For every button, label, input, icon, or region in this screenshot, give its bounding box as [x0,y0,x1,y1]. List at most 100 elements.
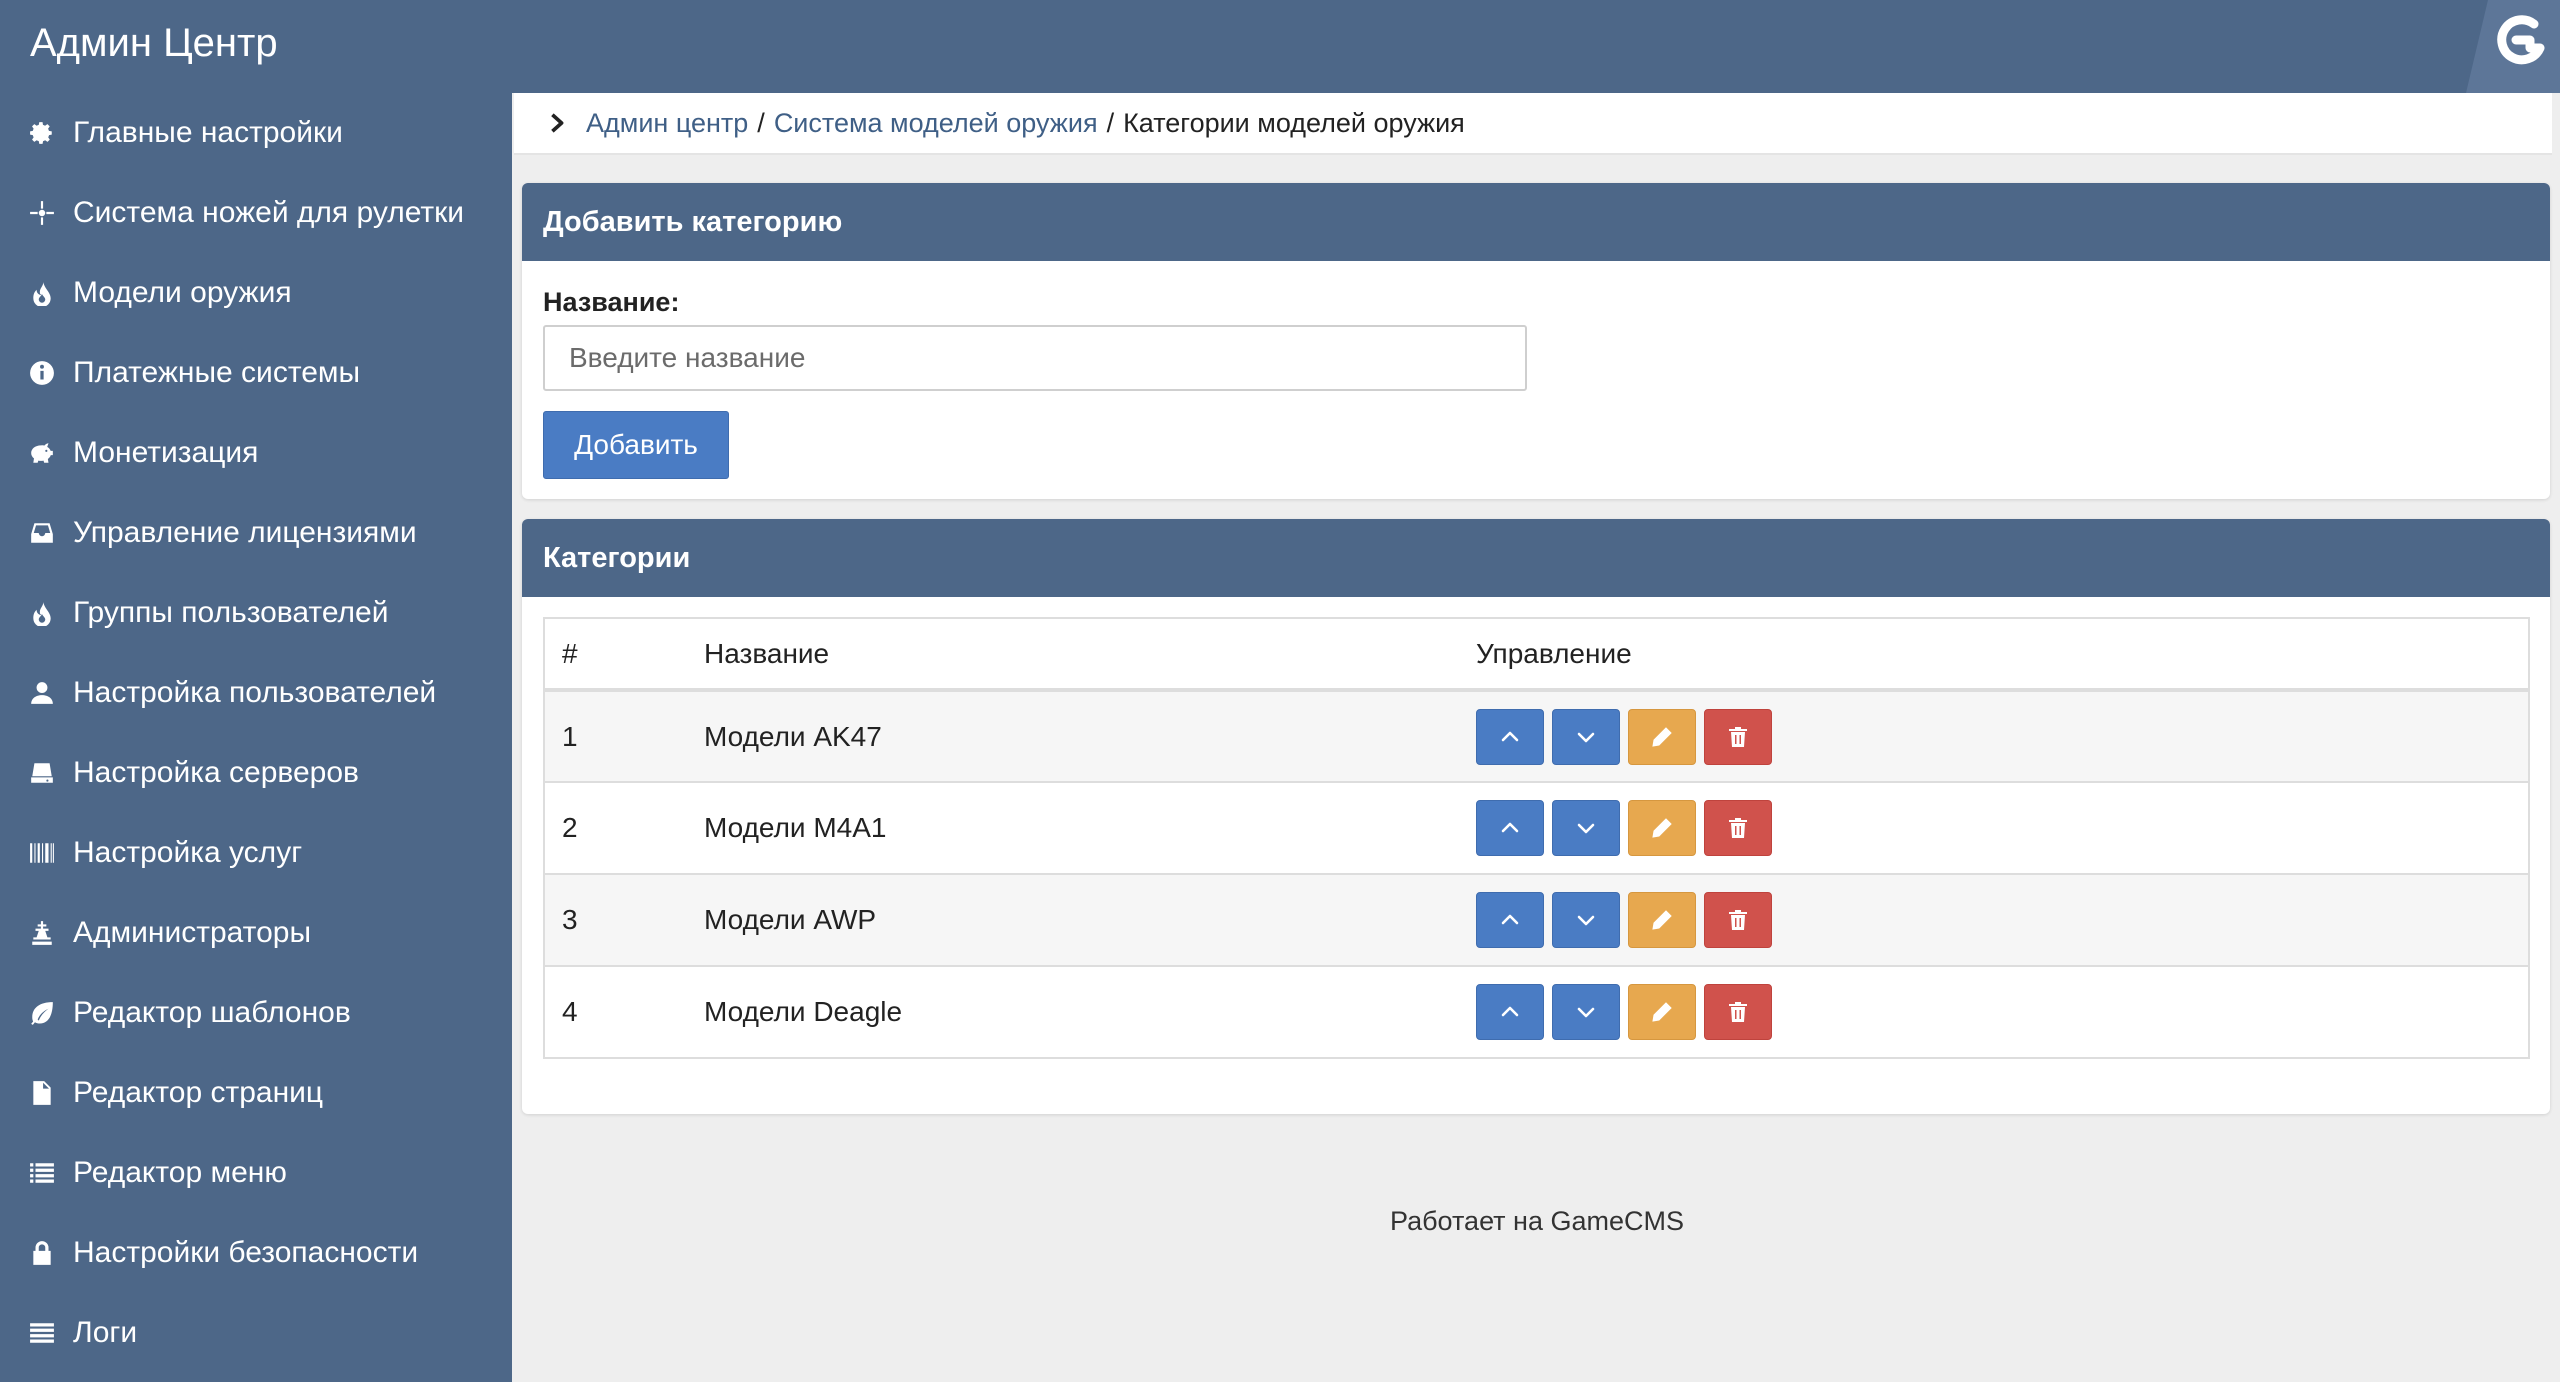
breadcrumb-link-admin-center[interactable]: Админ центр [586,108,748,139]
chevron-down-icon [1577,915,1595,926]
sidebar-item-security-settings[interactable]: Настройки безопасности [0,1213,512,1293]
edit-button[interactable] [1628,984,1696,1040]
sidebar-item-menu-editor[interactable]: Редактор меню [0,1133,512,1213]
row-number: 4 [544,965,704,1058]
move-down-button[interactable] [1552,800,1620,856]
sidebar-item-knife-system[interactable]: Система ножей для рулетки [0,173,512,253]
sidebar-item-administrators[interactable]: Администраторы [0,893,512,973]
row-actions [1476,965,2529,1058]
table-row: 3 Модели AWP [544,873,2529,966]
sidebar-item-payment-systems[interactable]: Платежные системы [0,333,512,413]
chevron-down-icon [1577,732,1595,742]
sidebar-item-label: Система ножей для рулетки [73,196,465,229]
sidebar-item-label: Настройка услуг [73,836,303,869]
pencil-icon [1652,726,1672,747]
row-actions [1476,781,2529,874]
move-down-button[interactable] [1552,892,1620,948]
app-title[interactable]: Админ Центр [30,18,278,68]
categories-table: # Название Управление 1 Модели AK47 2 Мо… [543,617,2530,1059]
sidebar-item-label: Редактор страниц [73,1076,324,1109]
sidebar-item-template-editor[interactable]: Редактор шаблонов [0,973,512,1053]
delete-button[interactable] [1704,708,1772,765]
sidebar-item-label: Настройка серверов [73,756,359,789]
info-circle-icon [27,358,57,388]
categories-panel-title: Категории [522,519,2550,597]
breadcrumb-link-weapon-models-system[interactable]: Система моделей оружия [774,108,1098,139]
barcode-icon [27,838,57,868]
list-icon [27,1158,57,1188]
pencil-icon [1652,818,1672,838]
sidebar-item-label: Платежные системы [73,356,361,389]
column-header-number: # [544,618,704,692]
leaf-icon [27,998,57,1028]
chevron-right-icon [551,113,564,133]
trash-icon [1729,1002,1747,1022]
breadcrumb-separator: / [757,107,765,138]
user-icon [27,678,57,708]
table-row: 1 Модели AK47 [544,689,2529,782]
delete-button[interactable] [1704,984,1772,1040]
trash-icon [1729,818,1747,838]
move-up-button[interactable] [1476,984,1544,1040]
name-field-label: Название: [543,287,680,317]
trash-icon [1729,910,1747,930]
edit-button[interactable] [1628,892,1696,948]
lock-icon [27,1238,57,1268]
sidebar-item-main-settings[interactable]: Главные настройки [0,93,512,173]
pencil-icon [1652,910,1672,930]
breadcrumb-current: Категории моделей оружия [1123,107,1465,138]
sidebar-item-weapon-models[interactable]: Модели оружия [0,253,512,333]
sidebar-item-label: Настройка пользователей [73,676,437,709]
add-category-button[interactable]: Добавить [543,411,729,479]
chevron-up-icon [1501,822,1519,833]
category-name-input[interactable] [543,325,1527,391]
sidebar: Главные настройки Система ножей для руле… [0,93,512,1382]
row-actions [1476,873,2529,966]
move-up-button[interactable] [1476,800,1544,856]
fire-icon [27,598,57,628]
delete-button[interactable] [1704,800,1772,856]
sidebar-item-service-settings[interactable]: Настройка услуг [0,813,512,893]
sidebar-item-label: Управление лицензиями [73,516,417,549]
edit-button[interactable] [1628,708,1696,765]
sidebar-item-page-editor[interactable]: Редактор страниц [0,1053,512,1133]
footer-powered-by: Работает на GameCMS [1389,1206,1685,1236]
breadcrumb-separator: / [1106,107,1115,138]
crosshair-icon [27,198,57,228]
row-number: 2 [544,781,704,874]
row-name: Модели AK47 [704,689,1476,782]
breadcrumb: Админ центр / Система моделей оружия / К… [514,93,2552,155]
fire-icon [27,278,57,308]
add-category-panel-title: Добавить категорию [522,183,2550,261]
sidebar-item-monetization[interactable]: Монетизация [0,413,512,493]
sidebar-item-server-settings[interactable]: Настройка серверов [0,733,512,813]
sidebar-item-label: Группы пользователей [73,596,389,629]
gamecms-logo-icon[interactable] [2430,0,2560,93]
row-name: Модели M4A1 [704,781,1476,874]
move-up-button[interactable] [1476,708,1544,765]
server-icon [27,758,57,788]
sidebar-item-label: Логи [73,1316,138,1349]
align-justify-icon [27,1318,57,1348]
sidebar-item-logs[interactable]: Логи [0,1293,512,1373]
sidebar-item-user-settings[interactable]: Настройка пользователей [0,653,512,733]
edit-button[interactable] [1628,800,1696,856]
table-row: 2 Модели M4A1 [544,781,2529,874]
table-row: 4 Модели Deagle [544,965,2529,1058]
tower-icon [27,918,57,948]
sidebar-item-licenses[interactable]: Управление лицензиями [0,493,512,573]
inbox-icon [27,518,57,548]
piggy-bank-icon [27,438,57,468]
move-down-button[interactable] [1552,708,1620,765]
sidebar-item-user-groups[interactable]: Группы пользователей [0,573,512,653]
gear-icon [27,118,57,148]
sidebar-item-label: Монетизация [73,436,259,469]
top-bar: Админ Центр [0,0,2560,93]
chevron-up-icon [1501,914,1519,925]
add-category-panel: Добавить категорию Название: Добавить [522,183,2550,499]
chevron-up-icon [1501,731,1519,741]
delete-button[interactable] [1704,892,1772,948]
pencil-icon [1652,1002,1672,1022]
move-down-button[interactable] [1552,984,1620,1040]
move-up-button[interactable] [1476,892,1544,948]
